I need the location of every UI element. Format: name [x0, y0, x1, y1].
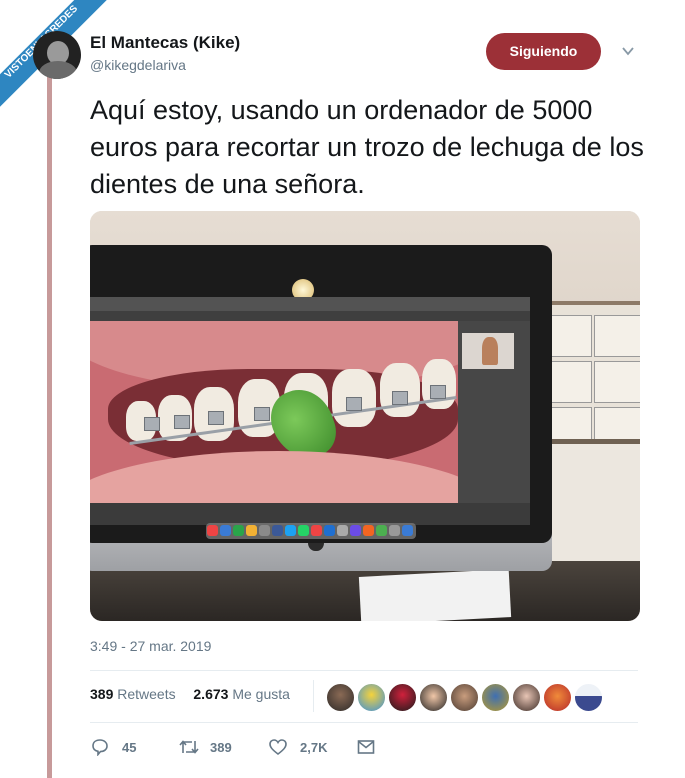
liker-avatar[interactable] [356, 682, 387, 713]
retweet-icon [179, 740, 199, 754]
following-button[interactable]: Siguiendo [486, 33, 601, 70]
photo-teeth-image [90, 321, 458, 503]
photo-screen [90, 297, 530, 539]
photo-imac-bezel [90, 245, 552, 543]
photo-app-thumbnail-person [482, 337, 498, 365]
avatar[interactable] [33, 31, 81, 79]
photo-app-menubar [90, 297, 530, 311]
liker-avatar[interactable] [511, 682, 542, 713]
tweet-photo[interactable] [90, 211, 640, 621]
reply-action[interactable]: 45 [90, 737, 150, 757]
avatar-body [39, 61, 77, 79]
message-icon [357, 740, 375, 754]
retweet-count: 389 [210, 740, 232, 755]
liker-avatar[interactable] [480, 682, 511, 713]
retweets-count[interactable]: 389 [90, 686, 113, 702]
user-handle[interactable]: @kikegdelariva [90, 57, 186, 73]
retweet-action[interactable]: 389 [178, 737, 248, 757]
tweet-timestamp[interactable]: 3:49 - 27 mar. 2019 [90, 638, 211, 654]
photo-dock [206, 523, 416, 539]
divider-bottom [90, 722, 638, 723]
reply-icon [92, 739, 108, 756]
tweet-stats: 389 Retweets 2.673 Me gusta [90, 686, 290, 702]
likes-label[interactable]: Me gusta [232, 686, 290, 702]
liker-avatar[interactable] [387, 682, 418, 713]
photo-papers [358, 569, 512, 621]
tweet-text: Aquí estoy, usando un ordenador de 5000 … [90, 95, 644, 199]
liker-avatar[interactable] [325, 682, 356, 713]
like-action[interactable]: 2,7K [268, 737, 338, 757]
liker-avatar[interactable] [573, 682, 604, 713]
heart-icon [269, 739, 287, 756]
retweets-label[interactable]: Retweets [117, 686, 175, 702]
photo-app-tabs [90, 311, 530, 321]
liker-avatar[interactable] [449, 682, 480, 713]
liker-avatar[interactable] [418, 682, 449, 713]
like-count: 2,7K [300, 740, 328, 755]
chevron-down-icon[interactable] [621, 44, 635, 58]
direct-message-action[interactable] [356, 737, 380, 757]
display-name[interactable]: El Mantecas (Kike) [90, 33, 240, 53]
divider-top [90, 670, 638, 671]
reply-count: 45 [122, 740, 137, 755]
thread-line [47, 72, 52, 778]
stats-separator [313, 680, 314, 712]
likes-count[interactable]: 2.673 [193, 686, 228, 702]
liker-avatar[interactable] [542, 682, 573, 713]
